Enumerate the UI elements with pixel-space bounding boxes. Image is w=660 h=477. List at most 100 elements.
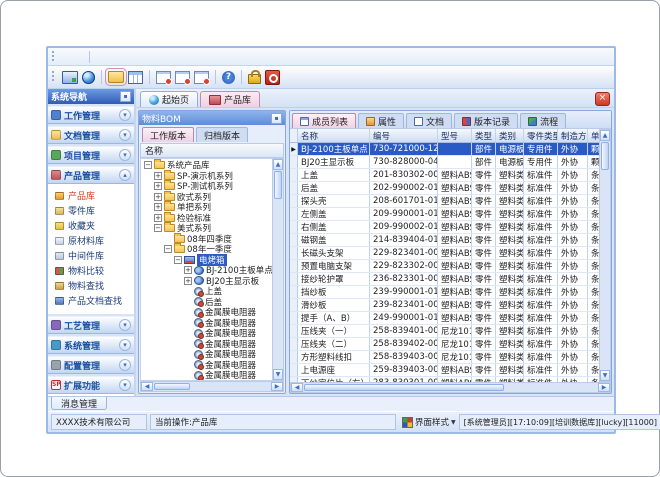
nav-item[interactable]: 产品文档查找 bbox=[48, 293, 134, 308]
chevron-icon[interactable] bbox=[119, 169, 131, 181]
scrollbar-thumb[interactable] bbox=[274, 171, 282, 199]
column-header[interactable]: 型号 bbox=[438, 129, 472, 142]
exit-icon[interactable] bbox=[265, 70, 280, 85]
nav-item[interactable]: 中间件库 bbox=[48, 248, 134, 263]
column-header[interactable]: 类型 bbox=[472, 129, 496, 142]
version-tab[interactable]: 归档版本 bbox=[196, 127, 248, 142]
table-row[interactable]: 上盖 201-830302-00I 塑料ABS 零件 塑料类 标准件 外协 条 bbox=[290, 169, 599, 182]
expand-toggle-icon[interactable]: − bbox=[174, 256, 182, 264]
table-row[interactable]: BJ-2100主板单点 730-721000-12I 部件 电源板 专用件 外协… bbox=[290, 143, 599, 156]
menu-item[interactable] bbox=[72, 56, 86, 58]
table-row[interactable]: 左侧盖 209-990001-01I 塑料ABS 零件 塑料类 标准件 外协 条 bbox=[290, 208, 599, 221]
scrollbar-thumb[interactable] bbox=[154, 383, 190, 390]
monitor-icon[interactable] bbox=[62, 71, 78, 84]
member-tab[interactable]: 成员列表 bbox=[292, 113, 356, 128]
nav-item[interactable]: 物料查找 bbox=[48, 278, 134, 293]
chevron-icon[interactable] bbox=[119, 109, 131, 121]
close-icon[interactable]: × bbox=[595, 92, 610, 106]
scroll-right-icon[interactable]: ▶ bbox=[271, 382, 283, 391]
table-row[interactable]: 压线夹（二） 258-839402-00I 尼龙1010 零件 塑料类 标准件 … bbox=[290, 338, 599, 351]
pin-icon[interactable] bbox=[271, 113, 282, 124]
expand-toggle-icon[interactable]: + bbox=[184, 266, 192, 274]
separator[interactable] bbox=[149, 70, 150, 84]
table-row[interactable]: 后盖 202-990002-01I 塑料ABS 零件 塑料类 标准件 外协 条 bbox=[290, 182, 599, 195]
chevron-icon[interactable] bbox=[119, 379, 131, 391]
expand-toggle-icon[interactable]: − bbox=[154, 224, 162, 232]
table-row[interactable]: 预置电脑支架 229-823302-00I 塑料ABS 零件 塑料类 标准件 外… bbox=[290, 260, 599, 273]
member-tab[interactable]: 文档 bbox=[406, 113, 452, 128]
scrollbar-thumb[interactable] bbox=[304, 384, 504, 391]
table-row[interactable]: 探头壳 208-601701-01I 塑料ABS 零件 塑料类 标准件 外协 条 bbox=[290, 195, 599, 208]
chevron-icon[interactable] bbox=[119, 149, 131, 161]
table-horizontal-scrollbar[interactable]: ◀ ▶ bbox=[290, 382, 611, 393]
nav-section[interactable]: 扩展功能 bbox=[48, 376, 134, 394]
nav-item[interactable]: 原材料库 bbox=[48, 233, 134, 248]
expand-toggle-icon[interactable]: + bbox=[184, 277, 192, 285]
table-row[interactable]: 磁钢盖 214-839404-01I 塑料ABS 零件 塑料类 标准件 外协 条 bbox=[290, 234, 599, 247]
document-tab[interactable]: 起始页 bbox=[140, 91, 198, 107]
table-vertical-scrollbar[interactable]: ▲ ▼ bbox=[599, 129, 611, 382]
table-row[interactable]: 压线夹（一） 258-839401-00I 尼龙1010 零件 塑料类 标准件 … bbox=[290, 325, 599, 338]
table-row[interactable]: 接纱轮护罩 236-823301-00I 塑料ABS 零件 塑料类 标准件 外协… bbox=[290, 273, 599, 286]
menu-item[interactable] bbox=[121, 56, 135, 58]
globe-icon[interactable] bbox=[82, 71, 95, 84]
toolbar-grip[interactable] bbox=[52, 51, 54, 63]
table-row[interactable]: 上电源座 259-839403-00I 塑料ABS 零件 塑料类 标准件 外协 … bbox=[290, 364, 599, 377]
table-row[interactable]: 方形塑料线扣 258-839403-00I 尼龙1010 零件 塑料类 标准件 … bbox=[290, 351, 599, 364]
column-header[interactable]: 单位 bbox=[588, 129, 599, 142]
scrollbar-thumb[interactable] bbox=[601, 142, 609, 170]
nav-section[interactable]: 工作管理 bbox=[48, 106, 134, 124]
document-tab[interactable]: 产品库 bbox=[200, 91, 260, 107]
nav-item[interactable]: 物料比较 bbox=[48, 263, 134, 278]
separator[interactable] bbox=[241, 70, 242, 84]
chevron-icon[interactable] bbox=[119, 129, 131, 141]
window-close-icon[interactable] bbox=[194, 71, 209, 84]
toolbar-grip[interactable] bbox=[52, 71, 54, 83]
scroll-left-icon[interactable]: ◀ bbox=[141, 382, 153, 391]
help-icon[interactable] bbox=[222, 71, 235, 84]
open-folder-icon[interactable] bbox=[108, 71, 124, 83]
expand-toggle-icon[interactable]: + bbox=[154, 203, 162, 211]
nav-item[interactable]: 产品库 bbox=[48, 188, 134, 203]
nav-section[interactable]: 文档管理 bbox=[48, 126, 134, 144]
nav-item[interactable]: 零件库 bbox=[48, 203, 134, 218]
expand-toggle-icon[interactable]: + bbox=[154, 193, 162, 201]
tree-horizontal-scrollbar[interactable]: ◀ ▶ bbox=[140, 381, 284, 392]
scroll-up-icon[interactable]: ▲ bbox=[273, 159, 283, 170]
scroll-down-icon[interactable]: ▼ bbox=[600, 370, 610, 381]
member-tab[interactable]: 版本记录 bbox=[454, 113, 518, 128]
expand-toggle-icon[interactable]: − bbox=[164, 245, 172, 253]
table-row[interactable]: BJ20主显示板 730-828000-04I 部件 电源板 专用件 外协 颗 bbox=[290, 156, 599, 169]
nav-item[interactable]: 收藏夹 bbox=[48, 218, 134, 233]
menu-item[interactable] bbox=[58, 56, 72, 58]
menu-item[interactable] bbox=[107, 56, 121, 58]
separator[interactable] bbox=[215, 70, 216, 84]
nav-section[interactable]: 工艺管理 bbox=[48, 316, 134, 334]
interface-style-button[interactable]: 界面样式 ▼ bbox=[402, 416, 456, 428]
lock-icon[interactable] bbox=[248, 74, 261, 84]
tree-column-header[interactable]: 名称 bbox=[140, 143, 284, 158]
nav-section[interactable]: 项目管理 bbox=[48, 146, 134, 164]
nav-section[interactable]: 系统管理 bbox=[48, 336, 134, 354]
nav-section[interactable]: 配置管理 bbox=[48, 356, 134, 374]
member-tab[interactable]: 流程 bbox=[520, 113, 566, 128]
column-header[interactable]: 类别 bbox=[496, 129, 524, 142]
column-header[interactable]: 零件类型 bbox=[524, 129, 558, 142]
scroll-up-icon[interactable]: ▲ bbox=[600, 130, 610, 141]
tree-vertical-scrollbar[interactable]: ▲ ▼ bbox=[272, 158, 284, 381]
grid-view-icon[interactable] bbox=[128, 71, 143, 84]
table-row[interactable]: 提手（A、B） 249-990001-01I 塑料ABS 零件 塑料类 标准件 … bbox=[290, 312, 599, 325]
message-tab[interactable]: 消息管理 bbox=[51, 397, 107, 410]
column-header[interactable]: 名称 bbox=[298, 129, 370, 142]
menu-item[interactable] bbox=[93, 56, 107, 58]
column-header[interactable]: 制造方式 bbox=[558, 129, 588, 142]
expand-toggle-icon[interactable]: + bbox=[154, 182, 162, 190]
chevron-icon[interactable] bbox=[119, 339, 131, 351]
expand-toggle-icon[interactable]: − bbox=[144, 161, 152, 169]
table-row[interactable]: 长磁头支架 229-823401-00I 塑料ABS 零件 塑料类 标准件 外协… bbox=[290, 247, 599, 260]
window-new-icon[interactable] bbox=[156, 71, 171, 84]
member-tab[interactable]: 属性 bbox=[358, 113, 404, 128]
table-row[interactable]: 挡纱板 239-990001-01I 塑料ABS 零件 塑料类 标准件 外协 条 bbox=[290, 286, 599, 299]
scroll-right-icon[interactable]: ▶ bbox=[598, 383, 610, 392]
column-header[interactable]: 编号 bbox=[370, 129, 438, 142]
